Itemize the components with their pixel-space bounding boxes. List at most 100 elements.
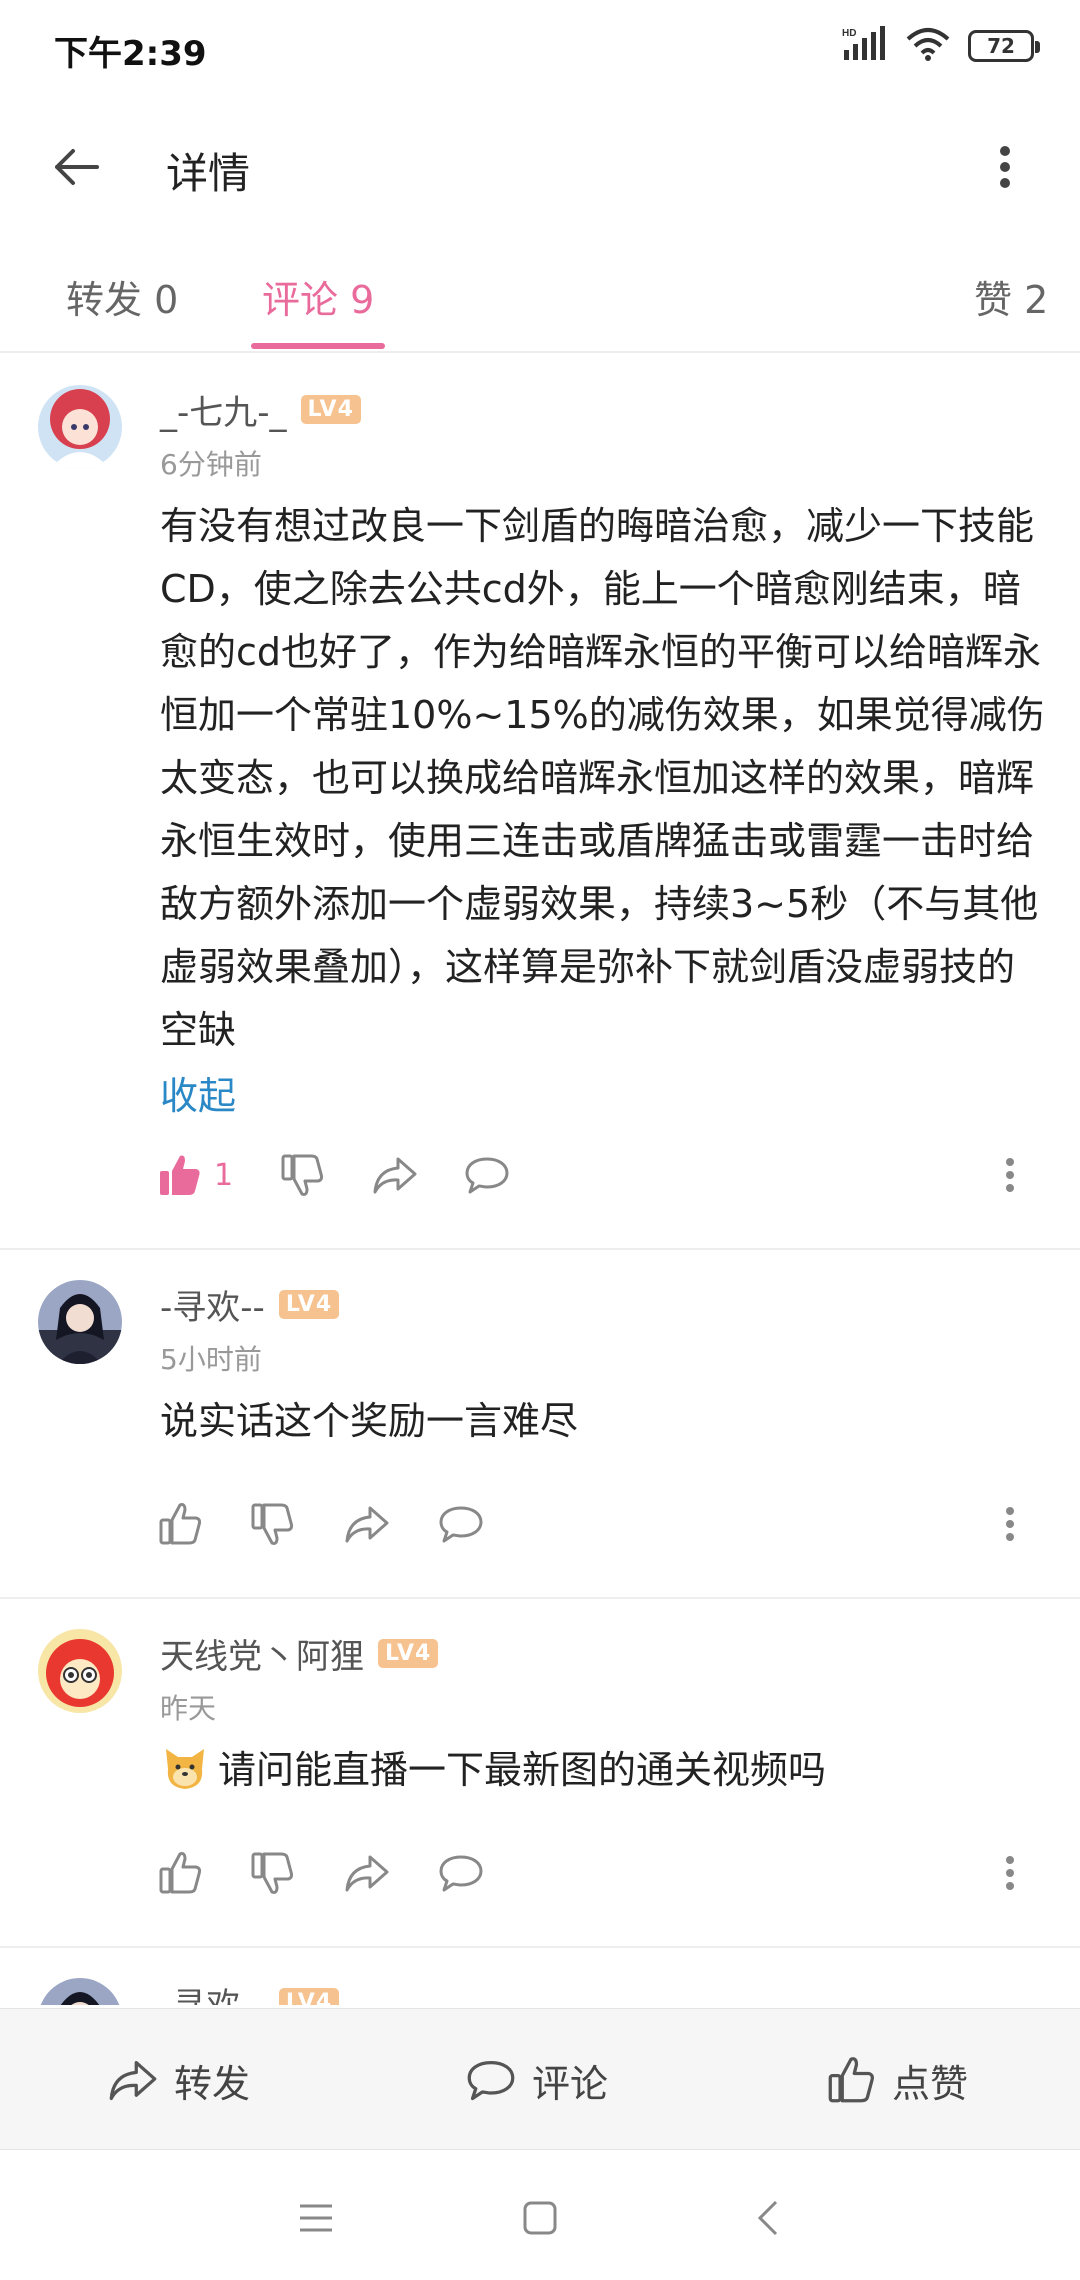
comment-actions	[150, 1841, 1040, 1905]
username[interactable]: -寻欢--	[160, 1280, 265, 1329]
comment-more-button[interactable]	[980, 1492, 1040, 1556]
thumbs-down-icon	[281, 1154, 324, 1196]
user-row: -寻欢-- LV4	[160, 1280, 340, 1329]
comment-more-button[interactable]	[980, 1841, 1040, 1905]
tab-bar: 转发 0 评论 9 赞 2	[0, 255, 1080, 353]
share-button[interactable]	[344, 1841, 390, 1905]
status-bar: 下午2:39 HD 72	[0, 0, 1080, 96]
comment-text: 说实话这个奖励一言难尽	[160, 1399, 579, 1443]
reply-button[interactable]	[464, 1143, 510, 1207]
share-button[interactable]	[344, 1492, 390, 1556]
username[interactable]: _-七九-_	[160, 385, 287, 434]
battery-level: 72	[987, 34, 1015, 58]
dislike-button[interactable]	[250, 1841, 294, 1905]
tab-reposts[interactable]: 转发 0	[66, 269, 178, 324]
comment-actions	[150, 1492, 1040, 1556]
more-vertical-icon	[1006, 1158, 1014, 1192]
more-options-button[interactable]	[970, 132, 1040, 202]
thumbs-up-filled-icon	[160, 1155, 200, 1195]
comment-list: _-七九-_ LV4 6分钟前 有没有想过改良一下剑盾的晦暗治愈，减少一下技能C…	[0, 355, 1080, 2005]
level-badge: LV4	[278, 1988, 340, 2005]
share-arrow-icon	[345, 1855, 389, 1892]
nav-menu-button[interactable]	[286, 2188, 346, 2248]
dog-emoji-icon	[166, 1749, 204, 1789]
username[interactable]: 天线党丶阿狸	[160, 1629, 364, 1678]
user-row: 天线党丶阿狸 LV4	[160, 1629, 439, 1678]
comment-text-row: 请问能直播一下最新图的通关视频吗	[160, 1739, 1046, 1802]
share-arrow-icon	[109, 2060, 157, 2101]
tab-comments[interactable]: 评论 9	[262, 269, 374, 324]
more-vertical-icon	[1006, 1507, 1014, 1541]
comment-actions: 1	[150, 1143, 1040, 1207]
comment-text: 有没有想过改良一下剑盾的晦暗治愈，减少一下技能CD，使之除去公共cd外，能上一个…	[160, 504, 1045, 1052]
comment-time: 昨天	[160, 1692, 217, 1725]
level-badge: LV4	[300, 395, 361, 424]
comment-text: 请问能直播一下最新图的通关视频吗	[218, 1748, 827, 1792]
more-vertical-icon	[1006, 1856, 1014, 1890]
nav-back-button[interactable]	[738, 2188, 798, 2248]
signal-icon: HD	[840, 26, 888, 66]
share-arrow-icon	[373, 1157, 417, 1194]
system-nav-bar	[0, 2150, 1080, 2280]
like-count: 1	[214, 1157, 234, 1193]
thumbs-up-icon	[159, 1852, 202, 1894]
avatar[interactable]	[38, 1978, 122, 2005]
user-row: -寻欢-- LV4	[160, 1978, 340, 2005]
battery-icon: 72	[968, 30, 1040, 62]
like-button[interactable]	[158, 1492, 202, 1556]
thumbs-up-icon	[828, 2057, 874, 2103]
comment-item: _-七九-_ LV4 6分钟前 有没有想过改良一下剑盾的晦暗治愈，减少一下技能C…	[0, 355, 1080, 1250]
avatar[interactable]	[38, 1280, 122, 1364]
app-header: 详情	[0, 110, 1080, 220]
status-icons: HD 72	[840, 26, 1040, 66]
square-home-icon	[523, 2201, 557, 2235]
user-row: _-七九-_ LV4	[160, 385, 361, 434]
comment-button[interactable]: 评论	[466, 2049, 608, 2111]
network-type: HD	[842, 28, 856, 39]
collapse-link[interactable]: 收起	[160, 1065, 236, 1120]
comment-bubble-icon	[465, 1157, 509, 1194]
share-arrow-icon	[345, 1506, 389, 1543]
username[interactable]: -寻欢--	[160, 1978, 265, 2005]
comment-label: 评论	[532, 2061, 609, 2106]
status-time: 下午2:39	[54, 34, 207, 74]
tab-likes[interactable]: 赞 2	[974, 269, 1048, 324]
comment-time: 5小时前	[160, 1343, 262, 1376]
comment-bubble-icon	[439, 1506, 483, 1543]
bottom-action-bar: 转发 评论 点赞	[0, 2008, 1080, 2150]
thumbs-down-icon	[251, 1852, 294, 1894]
avatar[interactable]	[38, 1629, 122, 1713]
thumbs-up-icon	[159, 1503, 202, 1545]
comment-item: -寻欢-- LV4	[0, 1948, 1080, 2005]
nav-home-button[interactable]	[510, 2188, 570, 2248]
comment-item: -寻欢-- LV4 5小时前 说实话这个奖励一言难尽	[0, 1250, 1080, 1599]
thumbs-down-icon	[251, 1503, 294, 1545]
level-badge: LV4	[278, 1290, 340, 1319]
comment-time: 6分钟前	[160, 448, 262, 481]
chevron-left-icon	[757, 2200, 778, 2236]
page-title: 详情	[166, 149, 251, 198]
menu-lines-icon	[300, 2204, 332, 2232]
arrow-left-icon	[55, 149, 99, 185]
comment-bubble-icon	[439, 1855, 483, 1892]
comment-item: 天线党丶阿狸 LV4 昨天 请问能直播一下最新图的通关视频吗	[0, 1599, 1080, 1948]
wifi-icon	[906, 27, 950, 65]
reply-button[interactable]	[438, 1841, 484, 1905]
repost-button[interactable]: 转发	[108, 2049, 250, 2111]
comment-more-button[interactable]	[980, 1143, 1040, 1207]
dislike-button[interactable]	[250, 1492, 294, 1556]
comment-bubble-icon	[467, 2060, 515, 2101]
like-post-button[interactable]: 点赞	[826, 2049, 968, 2111]
share-button[interactable]	[372, 1143, 418, 1207]
tab-indicator	[251, 343, 385, 349]
like-button[interactable]	[158, 1841, 202, 1905]
more-vertical-icon	[1000, 146, 1010, 188]
repost-label: 转发	[174, 2061, 251, 2106]
like-label: 点赞	[892, 2061, 969, 2106]
level-badge: LV4	[378, 1639, 439, 1668]
dislike-button[interactable]	[280, 1143, 324, 1207]
reply-button[interactable]	[438, 1492, 484, 1556]
back-button[interactable]	[40, 132, 110, 202]
avatar[interactable]	[38, 385, 122, 469]
like-button[interactable]: 1	[158, 1143, 233, 1207]
